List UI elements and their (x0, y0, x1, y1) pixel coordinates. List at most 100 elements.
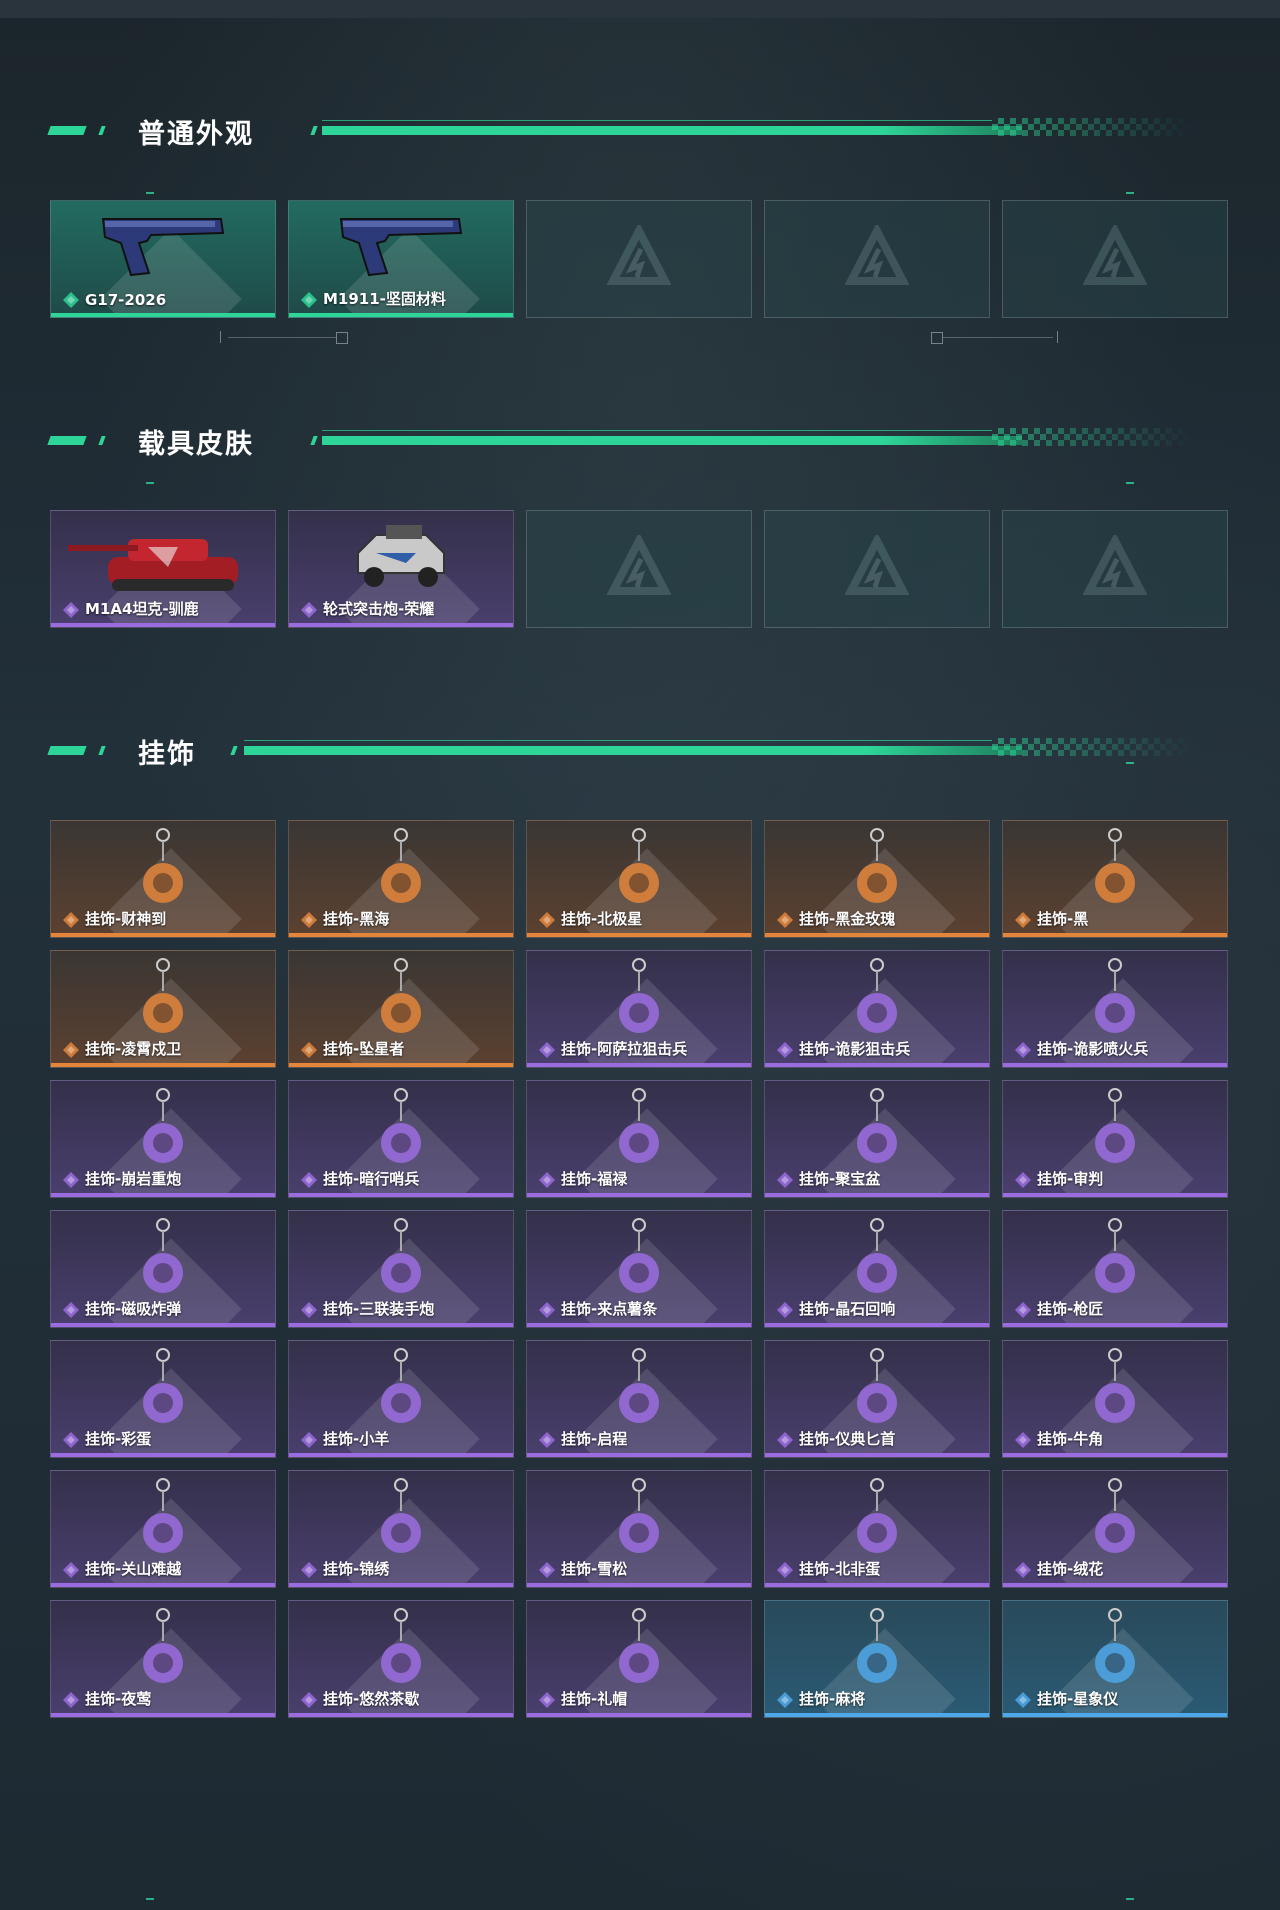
rarity-diamond-icon (1015, 1172, 1031, 1188)
item-label: 挂饰-麻将 (799, 1690, 866, 1708)
item-card[interactable]: 挂饰-聚宝盆 (764, 1080, 990, 1198)
item-card[interactable]: 挂饰-三联装手炮 (288, 1210, 514, 1328)
item-label: M1A4坦克-驯鹿 (85, 600, 199, 618)
rarity-underline (289, 623, 513, 627)
item-card[interactable]: 挂饰-关山难越 (50, 1470, 276, 1588)
crystal-charm-icon (847, 1217, 907, 1309)
rarity-diamond-icon (1015, 1692, 1031, 1708)
item-label: M1911-坚固材料 (323, 290, 446, 308)
rarity-diamond-icon (301, 912, 317, 928)
figure-charm-icon (609, 957, 669, 1049)
header-accent-bar (47, 436, 87, 445)
rarity-diamond-icon (63, 912, 79, 928)
item-card[interactable]: 轮式突击炮-荣耀 (288, 510, 514, 628)
item-card[interactable]: 挂饰-星象仪 (1002, 1600, 1228, 1718)
item-card[interactable]: 挂饰-黑金玫瑰 (764, 820, 990, 938)
item-card[interactable]: 挂饰-仪典匕首 (764, 1340, 990, 1458)
star-charm-icon (609, 827, 669, 919)
butterfly-charm-icon (371, 1477, 431, 1569)
logo-icon (844, 222, 910, 293)
item-card[interactable]: 挂饰-绒花 (1002, 1470, 1228, 1588)
item-card[interactable]: 挂饰-审判 (1002, 1080, 1228, 1198)
rarity-underline (765, 1583, 989, 1587)
header-thin-line (244, 740, 992, 741)
charm-icon (847, 1087, 907, 1179)
rarity-diamond-icon (539, 1432, 555, 1448)
card-charm-icon (1085, 1087, 1145, 1179)
charm-icon (133, 827, 193, 919)
figure-charm-icon (847, 957, 907, 1049)
section-title: 挂饰 (138, 739, 196, 770)
divider-box (931, 332, 943, 344)
item-card[interactable]: 挂饰-牛角 (1002, 1340, 1228, 1458)
item-card[interactable]: 挂饰-麻将 (764, 1600, 990, 1718)
item-card[interactable]: M1911-坚固材料 (288, 200, 514, 318)
section-title: 载具皮肤 (138, 429, 254, 460)
logo-icon (606, 222, 672, 293)
item-label: 挂饰-枪匠 (1037, 1300, 1104, 1318)
item-card[interactable]: 挂饰-晶石回响 (764, 1210, 990, 1328)
rarity-underline (51, 1193, 275, 1197)
egg-charm-icon (133, 1347, 193, 1439)
header-line-tick (230, 746, 238, 755)
rarity-underline (289, 1453, 513, 1457)
empty-slot (1002, 200, 1228, 318)
item-label: 挂饰-关山难越 (85, 1560, 182, 1578)
item-card[interactable]: 挂饰-福禄 (526, 1080, 752, 1198)
rarity-underline (527, 933, 751, 937)
item-card[interactable]: 挂饰-北非蛋 (764, 1470, 990, 1588)
header-checker-pattern (992, 118, 1192, 136)
item-card[interactable]: 挂饰-崩岩重炮 (50, 1080, 276, 1198)
tank-icon (68, 517, 258, 601)
item-card[interactable]: 挂饰-来点薯条 (526, 1210, 752, 1328)
header-checker-pattern (992, 738, 1192, 756)
item-card[interactable]: 挂饰-枪匠 (1002, 1210, 1228, 1328)
item-card[interactable]: 挂饰-诡影狙击兵 (764, 950, 990, 1068)
rarity-diamond-icon (301, 602, 317, 618)
item-card[interactable]: 挂饰-凌霄戍卫 (50, 950, 276, 1068)
item-card[interactable]: 挂饰-悠然茶歇 (288, 1600, 514, 1718)
item-card[interactable]: 挂饰-启程 (526, 1340, 752, 1458)
item-card[interactable]: 挂饰-阿萨拉狙击兵 (526, 950, 752, 1068)
pistol-icon (331, 207, 471, 283)
item-card[interactable]: M1A4坦克-驯鹿 (50, 510, 276, 628)
item-card[interactable]: 挂饰-雪松 (526, 1470, 752, 1588)
rarity-underline (1003, 933, 1227, 937)
item-card[interactable]: 挂饰-小羊 (288, 1340, 514, 1458)
item-card[interactable]: 挂饰-北极星 (526, 820, 752, 938)
section-normal-skins: 普通外观 G17-2026 M1911-坚固材料 (0, 106, 1280, 344)
item-label: 轮式突击炮-荣耀 (323, 600, 435, 618)
item-card[interactable]: 挂饰-礼帽 (526, 1600, 752, 1718)
rarity-underline (1003, 1193, 1227, 1197)
item-label: 挂饰-北非蛋 (799, 1560, 881, 1578)
item-card[interactable]: 挂饰-诡影喷火兵 (1002, 950, 1228, 1068)
item-label: 挂饰-崩岩重炮 (85, 1170, 182, 1188)
item-card[interactable]: 挂饰-财神到 (50, 820, 276, 938)
item-card[interactable]: 挂饰-黑 (1002, 820, 1228, 938)
rarity-diamond-icon (777, 1692, 793, 1708)
corner-mark (146, 192, 154, 194)
item-card[interactable]: 挂饰-夜莺 (50, 1600, 276, 1718)
launcher-charm-icon (371, 1217, 431, 1309)
rarity-diamond-icon (301, 1692, 317, 1708)
empty-slot (764, 200, 990, 318)
item-label: G17-2026 (85, 291, 167, 309)
item-card[interactable]: 挂饰-暗行哨兵 (288, 1080, 514, 1198)
item-label: 挂饰-黑海 (323, 910, 390, 928)
rarity-underline (527, 1453, 751, 1457)
fries-charm-icon (609, 1217, 669, 1309)
rarity-underline (1003, 1583, 1227, 1587)
rarity-diamond-icon (1015, 1302, 1031, 1318)
rarity-underline (289, 1583, 513, 1587)
item-card[interactable]: 挂饰-坠星者 (288, 950, 514, 1068)
item-card[interactable]: 挂饰-黑海 (288, 820, 514, 938)
item-label: 挂饰-锦绣 (323, 1560, 390, 1578)
header-accent-tick (98, 126, 106, 135)
item-card[interactable]: 挂饰-彩蛋 (50, 1340, 276, 1458)
rarity-underline (289, 933, 513, 937)
item-card[interactable]: 挂饰-磁吸炸弹 (50, 1210, 276, 1328)
item-card[interactable]: 挂饰-锦绣 (288, 1470, 514, 1588)
rarity-underline (289, 1713, 513, 1717)
rarity-underline (289, 1193, 513, 1197)
item-card[interactable]: G17-2026 (50, 200, 276, 318)
